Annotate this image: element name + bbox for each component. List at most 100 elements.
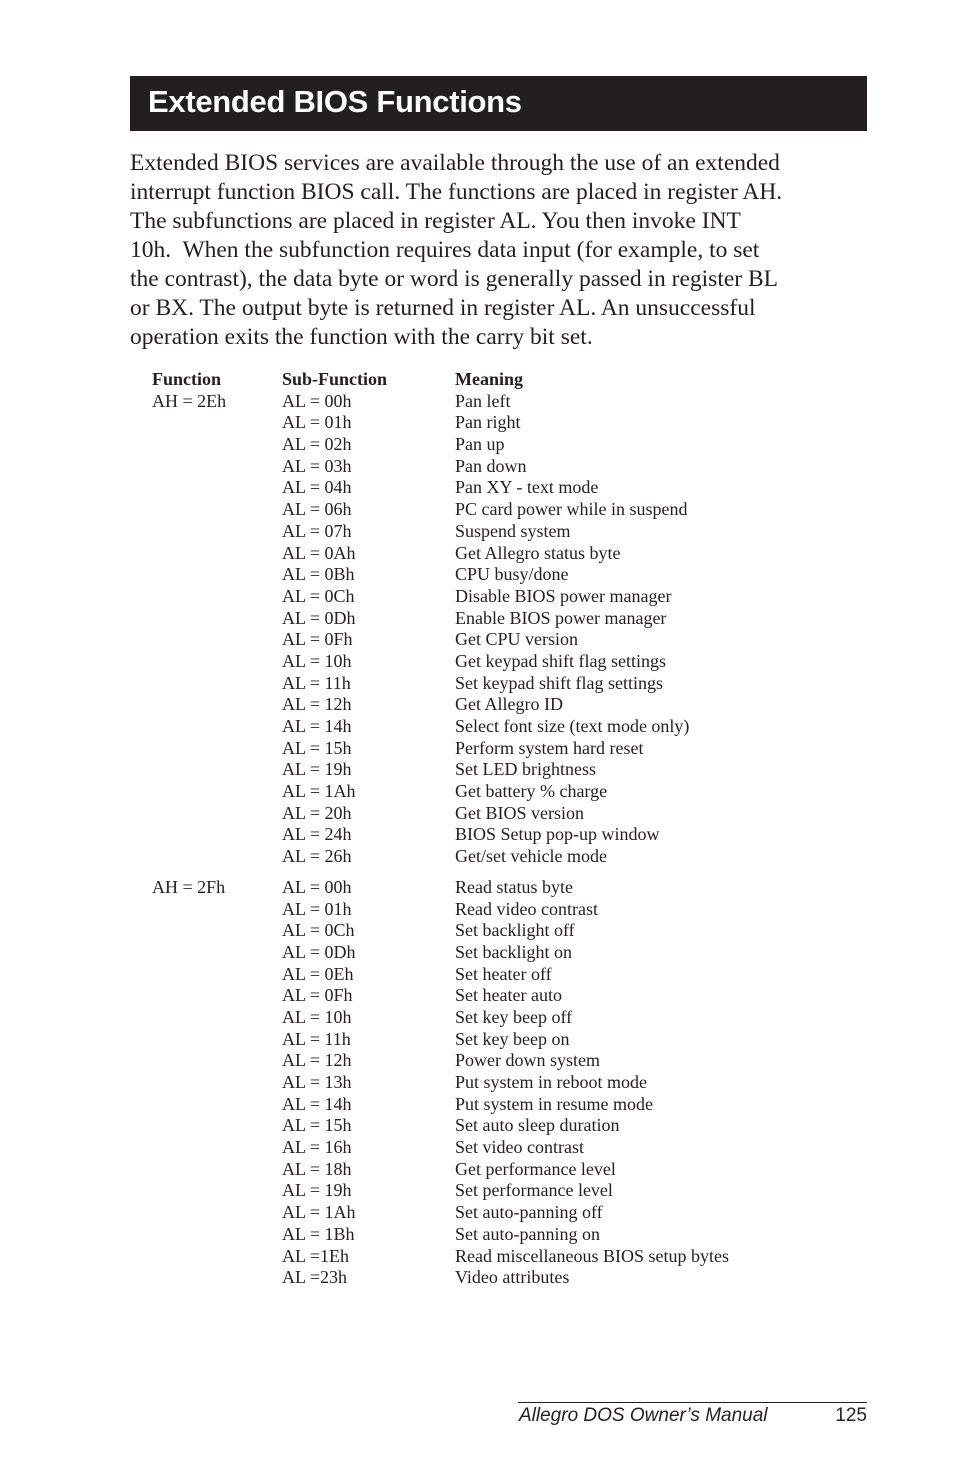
sub-function-cell: AL = 01h — [282, 898, 352, 919]
page-title: Extended BIOS Functions — [148, 84, 522, 119]
sub-function-cell: AL = 0Dh — [282, 607, 356, 628]
sub-function-cell: AL = 0Bh — [282, 564, 355, 585]
sub-function-cell: AL = 0Ah — [282, 542, 356, 563]
meaning-cell: BIOS Setup pop-up window — [455, 824, 660, 845]
sub-function-cell: AL = 12h — [282, 1050, 352, 1071]
sub-function-cell: AL = 1Bh — [282, 1223, 355, 1244]
sub-function-cell: AL = 04h — [282, 477, 352, 498]
meaning-cell: PC card power while in suspend — [455, 499, 688, 520]
meaning-cell: Read video contrast — [455, 898, 598, 919]
intro-line: or BX. The output byte is returned in re… — [130, 295, 756, 321]
sub-function-cell: AL = 10h — [282, 1006, 352, 1027]
meaning-cell: Set performance level — [455, 1180, 613, 1201]
meaning-cell: Get/set vehicle mode — [455, 846, 607, 867]
meaning-cell: Power down system — [455, 1050, 600, 1071]
sub-function-cell: AL = 24h — [282, 824, 352, 845]
sub-function-cell: AL = 13h — [282, 1072, 352, 1092]
page-number: 125 — [835, 1405, 867, 1426]
meaning-cell: Disable BIOS power manager — [455, 585, 672, 606]
meaning-cell: Suspend system — [455, 520, 571, 541]
function-cell: AH = 2Eh — [152, 390, 227, 411]
sub-function-cell: AL = 07h — [282, 520, 352, 541]
column-header-meaning: Meaning — [455, 369, 524, 389]
meaning-cell: Read miscellaneous BIOS setup bytes — [455, 1245, 729, 1266]
sub-function-cell: AL = 20h — [282, 802, 352, 823]
sub-function-cell: AL = 18h — [282, 1158, 352, 1179]
meaning-cell: Pan down — [455, 455, 527, 476]
sub-function-cell: AL = 19h — [282, 759, 352, 780]
sub-function-cell: AL = 03h — [282, 455, 352, 476]
meaning-cell: Set backlight off — [455, 920, 575, 941]
column-header-function: Function — [152, 369, 222, 389]
meaning-cell: Get CPU version — [455, 629, 578, 650]
manual-title: Allegro DOS Owner’s Manual — [519, 1405, 768, 1426]
sub-function-cell: AL = 0Eh — [282, 963, 354, 984]
meaning-cell: Pan left — [455, 390, 511, 411]
sub-function-cell: AL = 0Fh — [282, 629, 353, 650]
meaning-cell: Set video contrast — [455, 1137, 584, 1158]
meaning-cell: Put system in resume mode — [455, 1093, 653, 1114]
meaning-cell: Put system in reboot mode — [455, 1072, 647, 1092]
meaning-cell: Get battery % charge — [455, 781, 608, 802]
sub-function-cell: AL = 15h — [282, 1115, 352, 1136]
sub-function-cell: AL = 10h — [282, 650, 352, 671]
sub-function-cell: AL = 0Fh — [282, 985, 353, 1006]
sub-function-cell: AL = 1Ah — [282, 781, 356, 802]
function-cell: AH = 2Fh — [152, 876, 226, 897]
meaning-cell: Set auto-panning off — [455, 1202, 603, 1223]
meaning-cell: Set auto-panning on — [455, 1223, 600, 1244]
sub-function-cell: AL = 12h — [282, 694, 352, 715]
meaning-cell: Set keypad shift flag settings — [455, 672, 663, 693]
meaning-cell: Set heater auto — [455, 985, 562, 1006]
sub-function-cell: AL = 16h — [282, 1137, 352, 1158]
meaning-cell: Video attributes — [455, 1267, 570, 1288]
meaning-cell: Get Allegro ID — [455, 694, 563, 715]
sub-function-cell: AL = 06h — [282, 499, 352, 520]
sub-function-cell: AL = 14h — [282, 716, 352, 736]
sub-function-cell: AL = 0Dh — [282, 941, 356, 962]
intro-line: Extended BIOS services are available thr… — [130, 150, 780, 176]
meaning-cell: Perform system hard reset — [455, 737, 644, 758]
section-title-bar: Extended BIOS Functions — [130, 76, 867, 131]
sub-function-cell: AL = 1Ah — [282, 1202, 356, 1223]
intro-line: interrupt function BIOS call. The functi… — [130, 179, 783, 205]
meaning-cell: CPU busy/done — [455, 564, 569, 585]
intro-line: The subfunctions are placed in register … — [130, 208, 741, 234]
meaning-cell: Pan up — [455, 434, 505, 455]
meaning-cell: Set auto sleep duration — [455, 1115, 620, 1136]
footer-rule — [518, 1402, 867, 1403]
meaning-cell: Set backlight on — [455, 941, 572, 962]
column-header-sub-function: Sub-Function — [282, 369, 388, 389]
sub-function-cell: AL =23h — [282, 1267, 347, 1288]
sub-function-cell: AL = 11h — [282, 672, 351, 693]
intro-line: 10h. When the subfunction requires data … — [130, 237, 760, 263]
intro-paragraph: Extended BIOS services are available thr… — [130, 149, 870, 352]
sub-function-cell: AL = 14h — [282, 1093, 352, 1114]
sub-function-cell: AL = 00h — [282, 390, 352, 411]
meaning-cell: Enable BIOS power manager — [455, 607, 667, 628]
sub-function-cell: AL = 00h — [282, 876, 352, 897]
sub-function-cell: AL =1Eh — [282, 1245, 349, 1266]
meaning-cell: Set heater off — [455, 963, 552, 984]
meaning-cell: Read status byte — [455, 876, 573, 897]
sub-function-cell: AL = 0Ch — [282, 920, 355, 941]
meaning-cell: Get keypad shift flag settings — [455, 650, 666, 671]
sub-function-cell: AL = 01h — [282, 412, 352, 433]
meaning-cell: Set key beep off — [455, 1006, 573, 1027]
sub-function-cell: AL = 0Ch — [282, 585, 355, 606]
intro-line: the contrast), the data byte or word is … — [130, 266, 779, 292]
sub-function-cell: AL = 11h — [282, 1028, 351, 1049]
meaning-cell: Select font size (text mode only) — [455, 716, 690, 736]
sub-function-cell: AL = 26h — [282, 846, 352, 867]
meaning-cell: Get performance level — [455, 1158, 616, 1179]
meaning-cell: Pan right — [455, 412, 521, 433]
meaning-cell: Pan XY - text mode — [455, 477, 599, 498]
meaning-cell: Set key beep on — [455, 1028, 570, 1049]
meaning-cell: Get BIOS version — [455, 802, 584, 823]
sub-function-cell: AL = 15h — [282, 737, 352, 758]
sub-function-cell: AL = 19h — [282, 1180, 352, 1201]
meaning-cell: Set LED brightness — [455, 759, 596, 780]
intro-line: operation exits the function with the ca… — [130, 324, 593, 350]
sub-function-cell: AL = 02h — [282, 434, 352, 455]
meaning-cell: Get Allegro status byte — [455, 542, 621, 563]
